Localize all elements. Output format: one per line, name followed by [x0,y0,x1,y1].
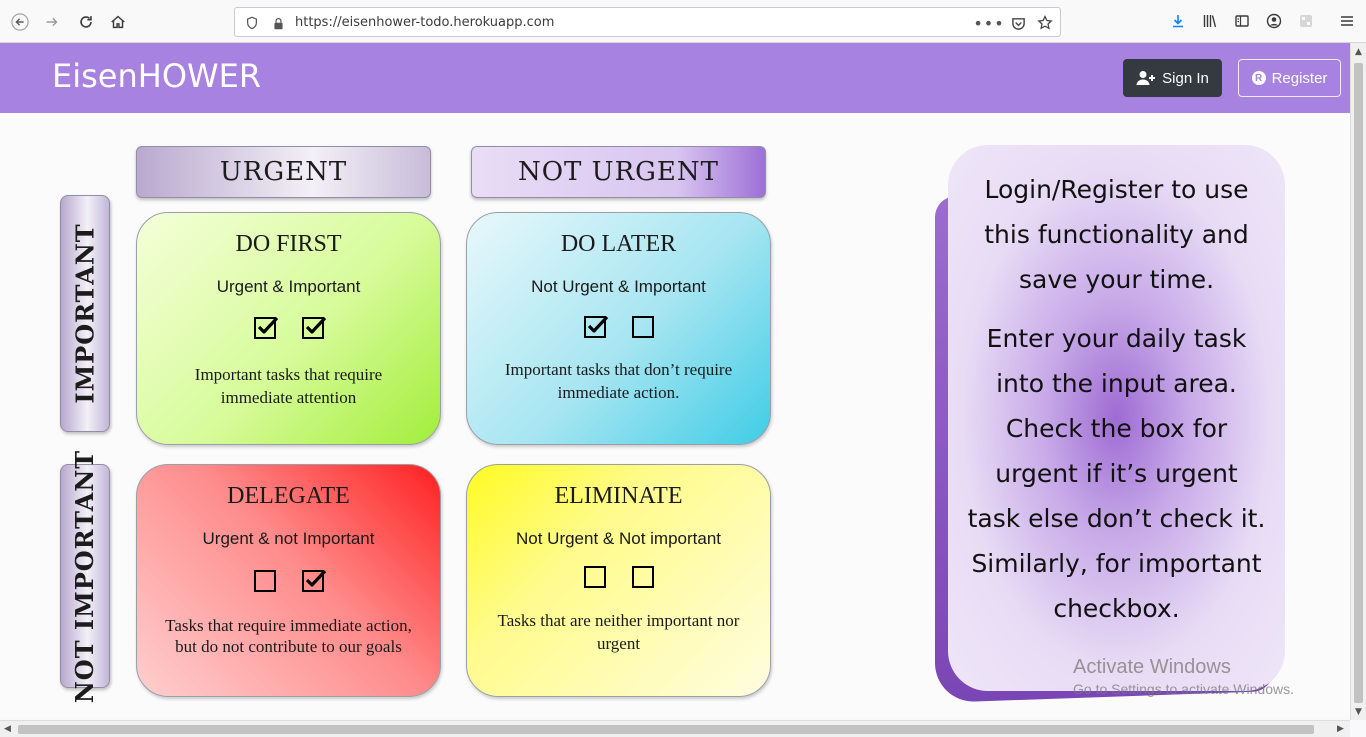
extension-icon[interactable] [1296,11,1316,31]
important-checkbox[interactable] [631,316,654,338]
quadrant-checkboxes [467,315,770,338]
register-label: Register [1271,69,1328,87]
check-mark-icon [257,316,278,334]
check-mark-icon [587,315,608,333]
quadrant-checkboxes [467,566,770,588]
urgent-checkbox[interactable] [253,316,278,339]
urgent-checkbox[interactable] [583,566,606,588]
axis-label-urgent: URGENT [136,146,431,198]
sidebar-icon[interactable] [1232,11,1252,31]
urgent-checkbox[interactable] [253,570,276,592]
quadrant-subtitle: Not Urgent & Not important [515,529,722,548]
horizontal-scroll-thumb[interactable] [18,725,1314,734]
scroll-up-arrow-icon[interactable]: ▲ [1355,47,1362,57]
scroll-down-arrow-icon[interactable]: ▼ [1355,707,1362,717]
quadrant-subtitle: Urgent & not Important [202,529,375,548]
sign-in-label: Sign In [1162,69,1209,87]
quadrant-description: Tasks that are neither important nor urg… [497,611,740,653]
quadrant-title: DO LATER [560,231,677,257]
main-content: URGENT NOT URGENT IMPORTANT NOT IMPORTAN… [0,113,1350,719]
watermark-line-2: Go to Settings to activate Windows. [1073,681,1294,697]
vertical-scroll-thumb[interactable] [1354,63,1363,703]
axis-label-not-important: NOT IMPORTANT [60,449,110,703]
quadrant-do-first: DO FIRST Urgent & Important Important ta… [136,212,441,445]
quadrant-checkboxes [137,569,440,592]
library-icon[interactable] [1200,11,1220,31]
lock-icon[interactable] [269,14,287,32]
scroll-right-arrow-icon[interactable]: ▶ [1337,724,1344,734]
quadrant-do-later: DO LATER Not Urgent & Important Importan… [466,212,771,445]
shield-icon[interactable] [243,14,261,32]
registered-icon: R [1251,71,1266,85]
info-paragraph-instructions: Enter your daily task into the input are… [967,324,1266,623]
important-checkbox[interactable] [301,316,326,339]
info-paragraph-login: Login/Register to use this functionality… [984,175,1249,294]
register-button[interactable]: R Register [1238,59,1341,97]
download-icon[interactable] [1168,11,1188,31]
app-navbar: EisenHOWER Sign In R Register [0,43,1350,113]
quadrant-eliminate: ELIMINATE Not Urgent & Not important Tas… [466,464,771,697]
check-mark-icon [305,569,326,587]
quadrant-checkboxes [137,316,440,339]
info-card: Login/Register to use this functionality… [948,145,1285,691]
scroll-left-arrow-icon[interactable]: ◀ [4,724,11,734]
quadrant-title: DELEGATE [227,483,350,509]
back-icon[interactable] [6,8,34,36]
browser-toolbar: https://eisenhower-todo.herokuapp.com ••… [0,0,1366,43]
quadrant-description: Important tasks that require immediate a… [194,365,383,407]
horizontal-scrollbar[interactable]: ◀ ▶ [0,720,1350,737]
vertical-scrollbar[interactable]: ▲ ▼ [1350,43,1366,720]
axis-label-important: IMPORTANT [60,195,110,432]
more-actions-icon[interactable]: ••• [973,14,1003,33]
quadrant-delegate: DELEGATE Urgent & not Important Tasks th… [136,464,441,697]
url-text[interactable]: https://eisenhower-todo.herokuapp.com [295,15,554,30]
account-icon[interactable] [1264,11,1284,31]
brand-logo[interactable]: EisenHOWER [52,57,261,95]
quadrant-description: Important tasks that don’t require immed… [504,360,733,402]
pocket-icon[interactable] [1009,14,1027,32]
menu-hamburger-icon[interactable] [1337,11,1357,31]
quadrant-description: Tasks that require immediate action, but… [165,616,412,656]
home-icon[interactable] [104,8,132,36]
quadrant-subtitle: Not Urgent & Important [531,277,706,296]
quadrant-title: ELIMINATE [554,483,683,509]
important-checkbox[interactable] [631,566,654,588]
reload-icon[interactable] [72,8,100,36]
axis-label-not-important-text: NOT IMPORTANT [70,449,100,703]
watermark-line-1: Activate Windows [1073,656,1231,678]
sign-in-button[interactable]: Sign In [1123,59,1222,97]
bookmark-star-icon[interactable] [1036,14,1054,32]
quadrant-title: DO FIRST [235,231,342,257]
urgent-checkbox[interactable] [583,315,608,338]
quadrant-subtitle: Urgent & Important [216,277,361,296]
axis-label-important-text: IMPORTANT [70,223,100,404]
axis-label-not-urgent: NOT URGENT [471,146,766,198]
important-checkbox[interactable] [301,569,326,592]
user-plus-icon [1136,71,1156,85]
forward-icon[interactable] [38,8,66,36]
check-mark-icon [305,316,326,334]
url-bar[interactable]: https://eisenhower-todo.herokuapp.com ••… [234,7,1061,37]
activate-windows-watermark: Activate Windows Go to Settings to activ… [1073,656,1294,697]
